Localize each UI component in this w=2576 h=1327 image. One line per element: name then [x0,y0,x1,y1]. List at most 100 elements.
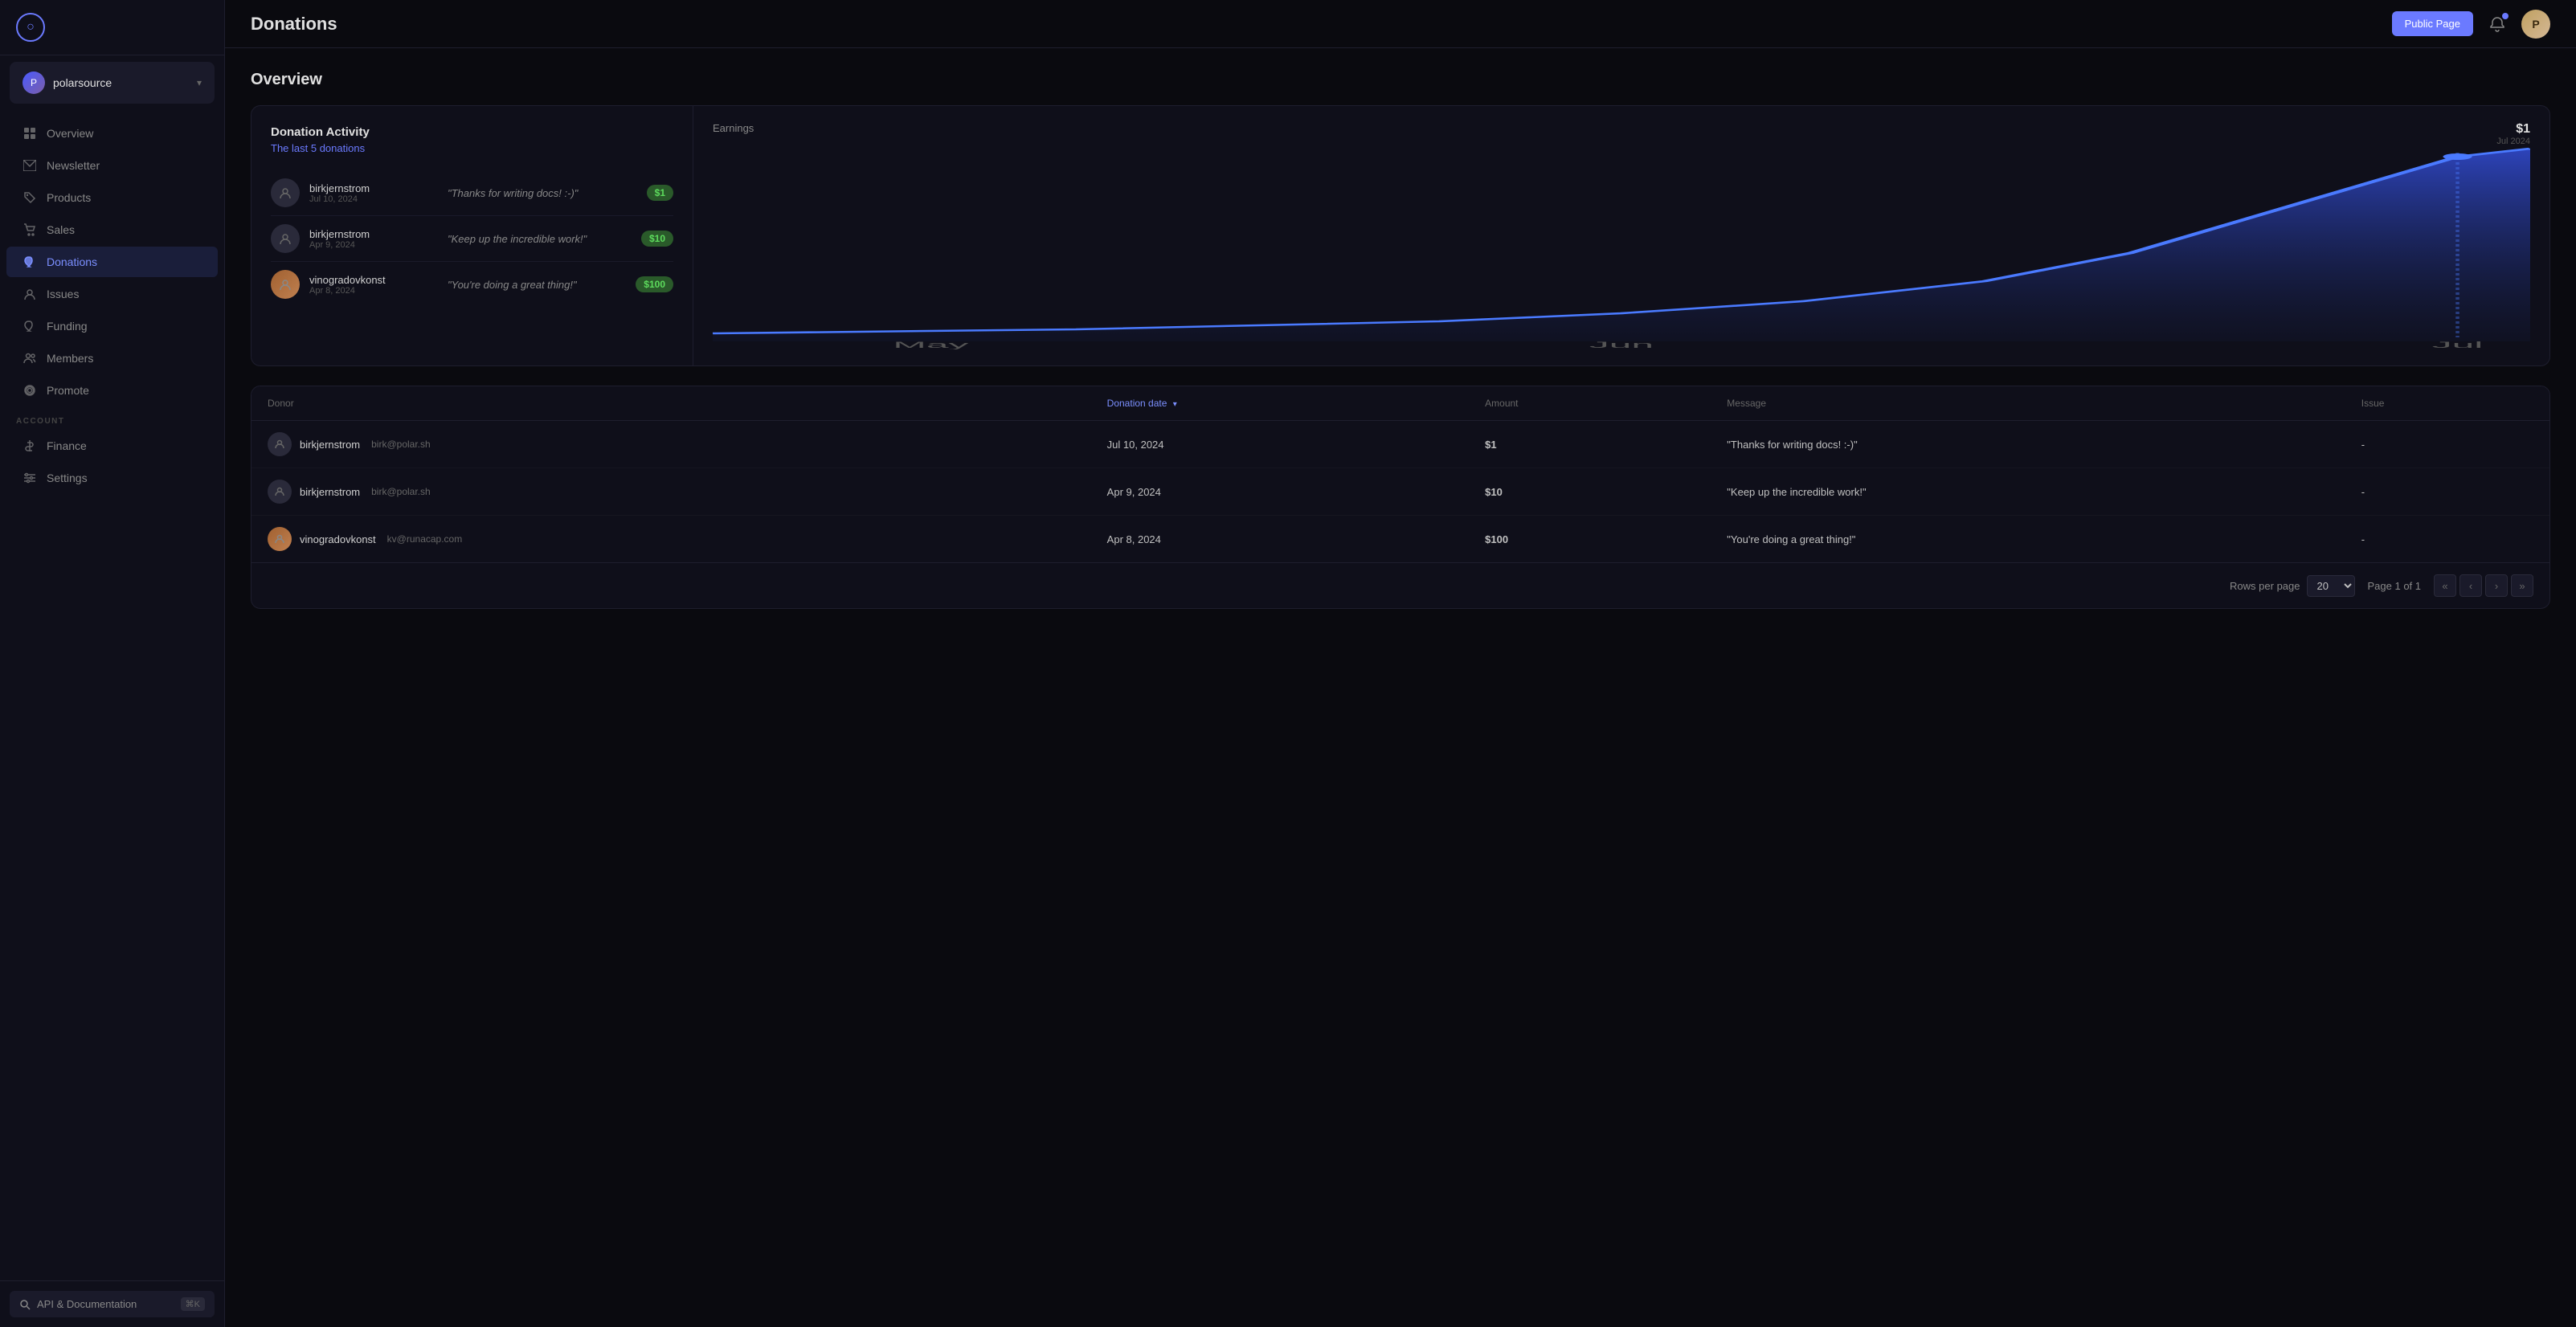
donation-activity-panel: Donation Activity The last 5 donations b… [251,106,693,365]
members-icon [22,351,37,365]
sidebar-item-settings[interactable]: Settings [6,463,218,493]
table-cell-amount: $10 [1469,468,1711,516]
donor-info: birkjernstrom Apr 9, 2024 [309,228,438,250]
donations-table-container: Donor Donation date ▾ Amount Mes [251,386,2550,609]
donation-amount-badge: $100 [636,276,673,292]
first-page-button[interactable]: « [2434,574,2456,597]
sidebar-item-donations[interactable]: Donations [6,247,218,277]
table-donor-avatar [268,480,292,504]
table-donor-email: kv@runacap.com [387,533,463,545]
table-footer: Rows per page 20 50 100 Page 1 of 1 « ‹ … [251,562,2549,608]
sliders-icon [22,471,37,485]
sidebar-item-label: Settings [47,472,88,484]
table-cell-issue: - [2345,516,2549,563]
sidebar-item-finance[interactable]: Finance [6,431,218,461]
table-cell-message: "You're doing a great thing!" [1711,516,2345,563]
col-header-amount: Amount [1469,386,1711,421]
sidebar-item-funding[interactable]: Funding [6,311,218,341]
table-donor-email: birk@polar.sh [371,439,431,450]
grid-icon [22,126,37,141]
donation-activity-item: vinogradovkonst Apr 8, 2024 "You're doin… [271,262,673,307]
donation-activity-item: birkjernstrom Apr 9, 2024 "Keep up the i… [271,216,673,262]
sidebar-item-newsletter[interactable]: Newsletter [6,150,218,181]
sort-icon: ▾ [1173,400,1177,409]
donor-info: birkjernstrom Jul 10, 2024 [309,182,438,204]
prev-page-button[interactable]: ‹ [2459,574,2482,597]
donation-amount-badge: $1 [647,185,673,201]
donor-info: vinogradovkonst Apr 8, 2024 [309,274,438,296]
donation-activity-subtitle: The last 5 donations [271,142,673,154]
chart-panel: Earnings $1 Jul 2024 [693,106,2549,365]
table-cell-amount: $100 [1469,516,1711,563]
table-cell-donor: birkjernstrom birk@polar.sh [251,421,1091,468]
public-page-button[interactable]: Public Page [2392,11,2473,36]
table-donor-name: birkjernstrom [300,486,360,498]
sidebar-item-promote[interactable]: Promote [6,375,218,406]
sidebar-item-label: Newsletter [47,159,100,172]
sidebar-item-issues[interactable]: Issues [6,279,218,309]
earnings-value: $1 Jul 2024 [2496,122,2530,146]
donor-name: birkjernstrom [309,182,438,194]
table-donor-email: birk@polar.sh [371,486,431,497]
table-cell-message: "Thanks for writing docs! :-)" [1711,421,2345,468]
account-section-label: ACCOUNT [0,407,224,429]
overview-section-title: Overview [251,71,2550,89]
last-page-button[interactable]: » [2511,574,2533,597]
sidebar-item-label: Overview [47,127,93,140]
chevron-down-icon: ▾ [197,77,202,88]
donor-date: Jul 10, 2024 [309,194,438,204]
sidebar-item-sales[interactable]: Sales [6,214,218,245]
sidebar-item-label: Finance [47,439,87,452]
table-cell-date: Apr 9, 2024 [1091,468,1469,516]
sidebar-item-products[interactable]: Products [6,182,218,213]
donation-date-sort[interactable]: Donation date ▾ [1107,398,1177,409]
user-avatar[interactable]: P [2521,10,2550,39]
donor-name: birkjernstrom [309,228,438,240]
table-cell-date: Apr 8, 2024 [1091,516,1469,563]
table-body: birkjernstrom birk@polar.sh Jul 10, 2024… [251,421,2549,563]
svg-text:2024: 2024 [886,348,975,349]
table-donor-name: birkjernstrom [300,439,360,451]
search-icon [19,1299,31,1310]
svg-text:Jul: Jul [2432,340,2484,349]
table-row: birkjernstrom birk@polar.sh Apr 9, 2024 … [251,468,2549,516]
org-avatar: P [22,71,45,94]
next-page-button[interactable]: › [2485,574,2508,597]
sidebar-item-overview[interactable]: Overview [6,118,218,149]
donation-activity-item: birkjernstrom Jul 10, 2024 "Thanks for w… [271,170,673,216]
donor-name: vinogradovkonst [309,274,438,286]
promote-icon [22,383,37,398]
donation-amount-badge: $10 [641,231,673,247]
dollar-icon [22,439,37,453]
donations-icon [22,255,37,269]
sidebar-item-label: Members [47,352,93,365]
page-info: Page 1 of 1 [2368,580,2422,592]
table-cell-donor: vinogradovkonst kv@runacap.com [251,516,1091,563]
table-donor-name: vinogradovkonst [300,533,376,545]
donor-avatar [271,270,300,299]
rows-per-page-select[interactable]: 20 50 100 [2307,575,2355,597]
sidebar-item-members[interactable]: Members [6,343,218,374]
col-header-message: Message [1711,386,2345,421]
donation-message: "Thanks for writing docs! :-)" [448,187,637,199]
donation-activity-title: Donation Activity [271,125,673,139]
donor-date: Apr 8, 2024 [309,286,438,296]
pagination-controls: « ‹ › » [2434,574,2533,597]
donation-message: "You're doing a great thing!" [448,279,626,291]
api-docs-button[interactable]: API & Documentation ⌘K [10,1291,215,1317]
col-header-donor: Donor [251,386,1091,421]
earnings-amount: $1 [2496,122,2530,137]
sidebar: ○ P polarsource ▾ Overview [0,0,225,1327]
notifications-button[interactable] [2483,10,2512,39]
table-row: vinogradovkonst kv@runacap.com Apr 8, 20… [251,516,2549,563]
donor-avatar [271,178,300,207]
rows-per-page-control: Rows per page 20 50 100 [2230,575,2354,597]
col-header-donation-date[interactable]: Donation date ▾ [1091,386,1469,421]
table-cell-amount: $1 [1469,421,1711,468]
org-name: polarsource [53,76,189,89]
sidebar-item-label: Issues [47,288,79,300]
api-docs-label: API & Documentation [37,1298,137,1310]
rows-per-page-label: Rows per page [2230,580,2300,592]
page-title: Donations [251,14,337,35]
org-selector[interactable]: P polarsource ▾ [10,62,215,104]
